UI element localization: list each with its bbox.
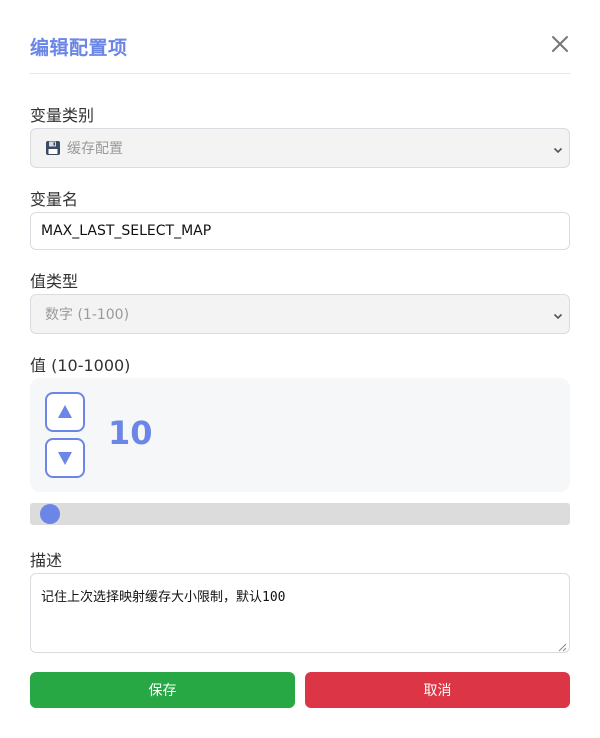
resize-handle-icon[interactable] <box>558 641 567 652</box>
arrow-down-icon <box>57 450 73 466</box>
var-name-label: 变量名 <box>30 190 79 209</box>
category-value: 缓存配置 <box>67 141 123 157</box>
value-type-label: 值类型 <box>30 272 79 291</box>
value-type-value: 数字 (1-100) <box>45 307 130 323</box>
value-type-select[interactable]: 数字 (1-100) <box>30 294 570 334</box>
value-display: 10 <box>108 414 153 452</box>
close-icon[interactable] <box>550 34 570 54</box>
decrement-button[interactable] <box>45 438 85 478</box>
cancel-button[interactable]: 取消 <box>305 672 570 708</box>
value-slider[interactable] <box>30 503 570 525</box>
slider-thumb[interactable] <box>40 504 60 524</box>
arrow-up-icon <box>57 404 73 420</box>
chevron-down-icon <box>553 309 563 320</box>
category-select[interactable]: 缓存配置 <box>30 128 570 168</box>
edit-config-dialog: 编辑配置项 变量类别 缓存配置 变量名 MAX_LAST_SELECT_MAP … <box>0 0 600 738</box>
value-stepper: 10 <box>30 378 570 492</box>
description-text: 记住上次选择映射缓存大小限制，默认100 <box>41 590 286 605</box>
description-label: 描述 <box>30 551 63 570</box>
chevron-down-icon <box>553 143 563 154</box>
floppy-disk-icon <box>45 140 61 156</box>
category-label: 变量类别 <box>30 106 95 125</box>
dialog-header: 编辑配置项 <box>30 22 570 74</box>
dialog-title: 编辑配置项 <box>30 37 128 59</box>
save-button[interactable]: 保存 <box>30 672 295 708</box>
value-label: 值 (10-1000) <box>30 356 131 375</box>
var-name-input[interactable]: MAX_LAST_SELECT_MAP <box>30 212 570 250</box>
description-textarea[interactable]: 记住上次选择映射缓存大小限制，默认100 <box>30 573 570 653</box>
increment-button[interactable] <box>45 392 85 432</box>
